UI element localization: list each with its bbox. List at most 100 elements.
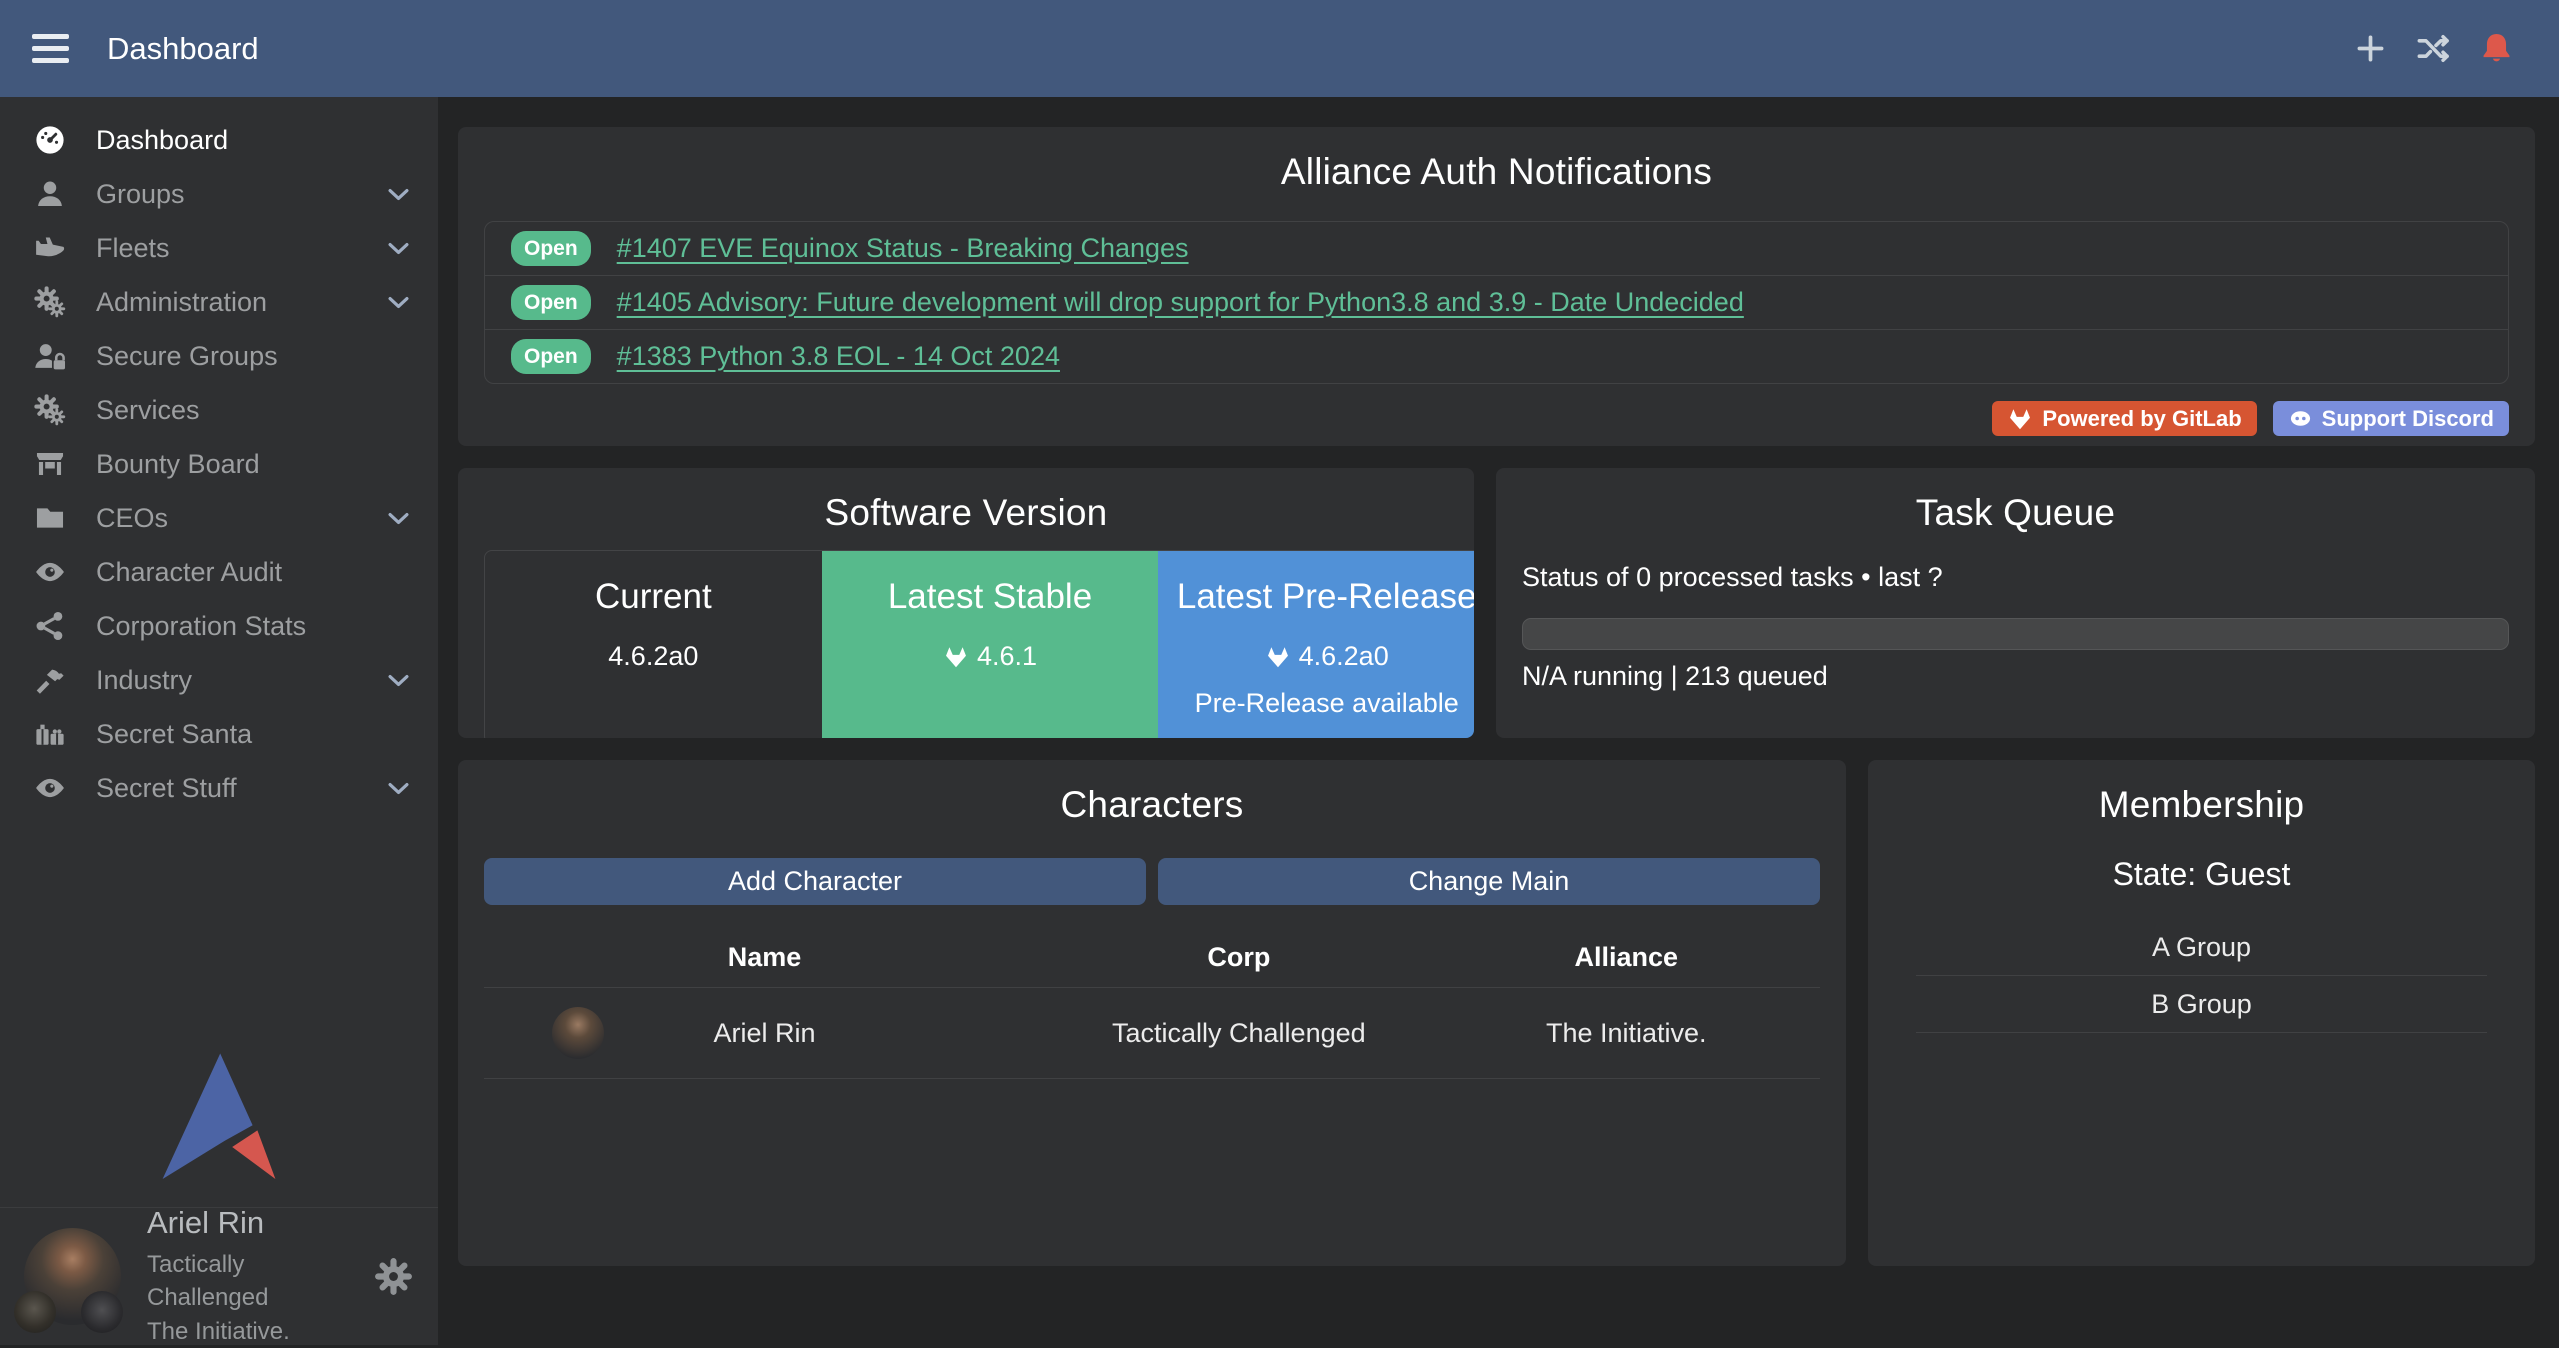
chevron-down-icon xyxy=(385,181,412,208)
task-queue-panel: Task Queue Status of 0 processed tasks •… xyxy=(1496,468,2535,738)
membership-groups: A GroupB Group xyxy=(1894,919,2509,1033)
change-main-button[interactable]: Change Main xyxy=(1158,858,1820,905)
store-icon xyxy=(28,447,72,481)
bell-icon[interactable] xyxy=(2478,30,2515,67)
gitlab-badge-label: Powered by GitLab xyxy=(2042,406,2241,432)
character-corp: Tactically Challenged xyxy=(1045,988,1432,1079)
user-corp: Tactically Challenged xyxy=(147,1248,347,1315)
sidebar-item-corporation-stats[interactable]: Corporation Stats xyxy=(0,599,438,653)
sidebar-item-label: Fleets xyxy=(96,233,170,264)
characters-actions: Add Character Change Main xyxy=(484,858,1820,905)
support-discord-badge[interactable]: Support Discord xyxy=(2273,401,2509,436)
version-stable-value: 4.6.1 xyxy=(977,641,1037,672)
sidebar-item-groups[interactable]: Groups xyxy=(0,167,438,221)
sidebar-item-label: Character Audit xyxy=(96,557,282,588)
version-prerelease-value: 4.6.2a0 xyxy=(1299,641,1389,672)
tachometer-icon xyxy=(28,123,72,157)
notification-list: Open #1407 EVE Equinox Status - Breaking … xyxy=(484,221,2509,384)
chevron-down-icon xyxy=(385,667,412,694)
sidebar-item-label: CEOs xyxy=(96,503,168,534)
app-root: Dashboard Dashboard Groups Fleets Administr… xyxy=(0,0,2559,1345)
sidebar-item-services[interactable]: Services xyxy=(0,383,438,437)
sidebar-item-fleets[interactable]: Fleets xyxy=(0,221,438,275)
eye-icon xyxy=(28,555,72,589)
settings-gear-icon[interactable] xyxy=(373,1256,414,1297)
hammer-icon xyxy=(28,663,72,697)
column-header-corp: Corp xyxy=(1045,927,1432,988)
character-alliance: The Initiative. xyxy=(1433,988,1820,1079)
sidebar-item-administration[interactable]: Administration xyxy=(0,275,438,329)
navbar-actions xyxy=(2352,30,2515,67)
page-title: Dashboard xyxy=(107,31,259,67)
discord-badge-label: Support Discord xyxy=(2322,406,2494,432)
sidebar-item-label: Industry xyxy=(96,665,192,696)
membership-state: State: Guest xyxy=(1894,856,2509,893)
user-alliance: The Initiative. xyxy=(147,1315,347,1348)
shuffle-icon[interactable] xyxy=(2415,30,2452,67)
version-stable-label: Latest Stable xyxy=(888,577,1092,617)
notifications-footer: Powered by GitLab Support Discord xyxy=(484,401,2509,436)
table-header-row: Name Corp Alliance xyxy=(484,927,1820,988)
version-stable: Latest Stable 4.6.1 xyxy=(822,551,1159,738)
top-navbar: Dashboard xyxy=(0,0,2559,97)
task-queue-progressbar xyxy=(1522,618,2509,650)
notification-link[interactable]: #1383 Python 3.8 EOL - 14 Oct 2024 xyxy=(617,341,1060,372)
add-character-button[interactable]: Add Character xyxy=(484,858,1146,905)
version-prerelease-label: Latest Pre-Release xyxy=(1177,577,1474,617)
user-lock-icon xyxy=(28,339,72,373)
user-name: Ariel Rin xyxy=(147,1205,347,1241)
chevron-down-icon xyxy=(385,775,412,802)
user-panel: Ariel Rin Tactically Challenged The Init… xyxy=(0,1207,438,1345)
sidebar-item-dashboard[interactable]: Dashboard xyxy=(0,113,438,167)
characters-title: Characters xyxy=(484,784,1820,826)
user-avatar xyxy=(24,1228,121,1325)
gitlab-icon xyxy=(943,644,969,670)
chevron-down-icon xyxy=(385,505,412,532)
characters-table-body: Ariel RinTactically ChallengedThe Initia… xyxy=(484,988,1820,1079)
notification-link[interactable]: #1405 Advisory: Future development will … xyxy=(617,287,1744,318)
membership-title: Membership xyxy=(1894,784,2509,826)
corp-logo xyxy=(14,1291,56,1333)
alliance-logo xyxy=(81,1291,123,1333)
version-group: Current 4.6.2a0 Latest Stable 4.6.1 Late… xyxy=(484,550,1474,738)
fleet-icon xyxy=(28,231,72,265)
chevron-down-icon xyxy=(385,235,412,262)
status-badge: Open xyxy=(511,285,591,320)
sidebar-item-ceos[interactable]: CEOs xyxy=(0,491,438,545)
sidebar-item-label: Secret Santa xyxy=(96,719,252,750)
sidebar-item-label: Secure Groups xyxy=(96,341,278,372)
notification-link[interactable]: #1407 EVE Equinox Status - Breaking Chan… xyxy=(617,233,1189,264)
sidebar-item-label: Services xyxy=(96,395,200,426)
notifications-panel: Alliance Auth Notifications Open #1407 EV… xyxy=(458,127,2535,446)
menu-icon[interactable] xyxy=(32,34,69,63)
notifications-title: Alliance Auth Notifications xyxy=(484,151,2509,193)
powered-by-gitlab-badge[interactable]: Powered by GitLab xyxy=(1992,401,2256,436)
task-queue-title: Task Queue xyxy=(1522,492,2509,534)
sidebar-item-bounty-board[interactable]: Bounty Board xyxy=(0,437,438,491)
notification-row: Open#1407 EVE Equinox Status - Breaking … xyxy=(485,222,2508,276)
task-queue-summary: N/A running | 213 queued xyxy=(1522,661,2509,692)
sidebar-item-industry[interactable]: Industry xyxy=(0,653,438,707)
alliance-auth-logo xyxy=(0,1051,438,1179)
discord-icon xyxy=(2288,406,2313,431)
sidebar-item-secret-stuff[interactable]: Secret Stuff xyxy=(0,761,438,815)
gitlab-icon xyxy=(2007,406,2033,432)
plus-icon[interactable] xyxy=(2352,30,2389,67)
notification-row: Open #1405 Advisory: Future development w… xyxy=(485,276,2508,330)
table-row: Ariel RinTactically ChallengedThe Initia… xyxy=(484,988,1820,1079)
eye-icon xyxy=(28,771,72,805)
version-prerelease-note: Pre-Release available xyxy=(1195,688,1459,719)
software-version-title: Software Version xyxy=(484,492,1448,534)
sidebar-item-label: Corporation Stats xyxy=(96,611,306,642)
gears-icon xyxy=(28,393,72,427)
sidebar-item-secret-santa[interactable]: Secret Santa xyxy=(0,707,438,761)
version-current-label: Current xyxy=(595,577,712,617)
sidebar: Dashboard Groups Fleets Administration Secur… xyxy=(0,97,438,1345)
sidebar-item-character-audit[interactable]: Character Audit xyxy=(0,545,438,599)
sidebar-item-label: Dashboard xyxy=(96,125,228,156)
gears-icon xyxy=(28,285,72,319)
task-queue-status: Status of 0 processed tasks • last ? xyxy=(1522,562,2509,593)
sidebar-item-secure-groups[interactable]: Secure Groups xyxy=(0,329,438,383)
membership-panel: Membership State: Guest A GroupB Group xyxy=(1868,760,2535,1266)
column-header-alliance: Alliance xyxy=(1433,927,1820,988)
